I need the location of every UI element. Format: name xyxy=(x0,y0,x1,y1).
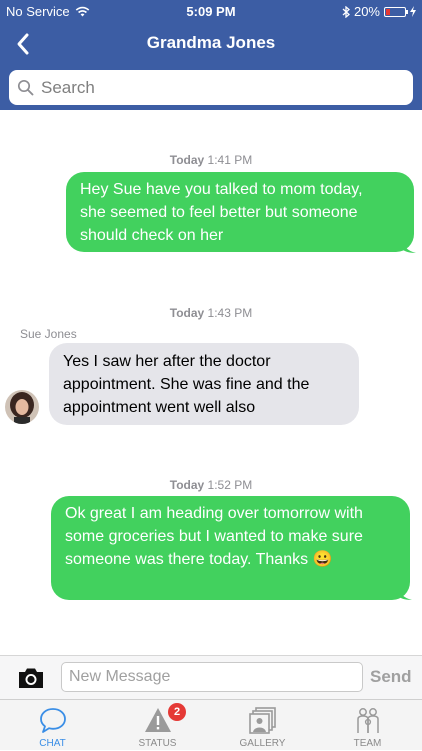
outgoing-message-bubble[interactable]: Hey Sue have you talked to mom today, sh… xyxy=(66,172,414,252)
search-bar xyxy=(0,66,422,110)
team-icon xyxy=(356,708,379,733)
message-line: Yes I saw her after the doctor xyxy=(63,353,271,370)
message-line: appointment went well also xyxy=(63,399,256,416)
search-input[interactable] xyxy=(39,77,403,99)
tab-bar: CHAT STATUS 2 GALLERY TEAM xyxy=(0,699,422,750)
charging-icon xyxy=(410,6,416,17)
tab-chat[interactable]: CHAT xyxy=(0,700,105,751)
message-timestamp: Today 1:52 PM xyxy=(169,478,253,492)
camera-icon[interactable] xyxy=(17,666,45,690)
navigation-bar: Grandma Jones xyxy=(0,22,422,66)
tab-label: CHAT xyxy=(39,738,66,749)
send-button[interactable]: Send xyxy=(370,667,412,687)
tab-label: TEAM xyxy=(353,738,382,749)
new-message-input[interactable] xyxy=(61,662,363,692)
sender-name: Sue Jones xyxy=(20,327,77,341)
search-icon xyxy=(17,79,34,96)
status-badge: 2 xyxy=(168,703,186,721)
message-line: Ok great I am heading over tomorrow with xyxy=(65,505,363,522)
message-timestamp: Today 1:43 PM xyxy=(169,306,253,320)
message-composer: Send xyxy=(0,655,422,699)
tab-team[interactable]: TEAM xyxy=(315,700,420,751)
tab-label: STATUS xyxy=(138,738,177,749)
incoming-message-bubble[interactable]: Yes I saw her after the doctor appointme… xyxy=(49,343,359,425)
message-line: she seemed to feel better but someone xyxy=(80,204,358,221)
bluetooth-icon xyxy=(342,5,350,18)
bubble-tail xyxy=(402,241,416,253)
message-line: Hey Sue have you talked to mom today, xyxy=(80,181,363,198)
status-right: 20% xyxy=(342,4,416,19)
bubble-tail xyxy=(398,588,412,600)
message-line: appointment. She was fine and the xyxy=(63,376,310,393)
message-line: someone was there today. Thanks 😀 xyxy=(65,551,333,568)
conversation-title: Grandma Jones xyxy=(146,33,276,52)
tab-label: GALLERY xyxy=(239,738,286,749)
tab-gallery[interactable]: GALLERY xyxy=(210,700,315,751)
outgoing-message-bubble[interactable]: Ok great I am heading over tomorrow with… xyxy=(51,496,410,600)
chat-bubble-icon xyxy=(39,708,66,733)
chat-thread: Today 1:41 PM Hey Sue have you talked to… xyxy=(0,110,422,655)
status-bar: No Service 5:09 PM 20% xyxy=(0,0,422,22)
battery-percent: 20% xyxy=(353,4,380,19)
battery-icon xyxy=(384,6,408,17)
search-field[interactable] xyxy=(9,70,413,105)
message-line: some groceries but I wanted to make sure xyxy=(65,528,363,545)
tab-status[interactable]: STATUS xyxy=(105,700,210,751)
photo-gallery-icon xyxy=(248,707,276,734)
message-timestamp: Today 1:41 PM xyxy=(169,153,253,167)
avatar[interactable] xyxy=(5,390,39,424)
message-line: should check on her xyxy=(80,227,224,244)
